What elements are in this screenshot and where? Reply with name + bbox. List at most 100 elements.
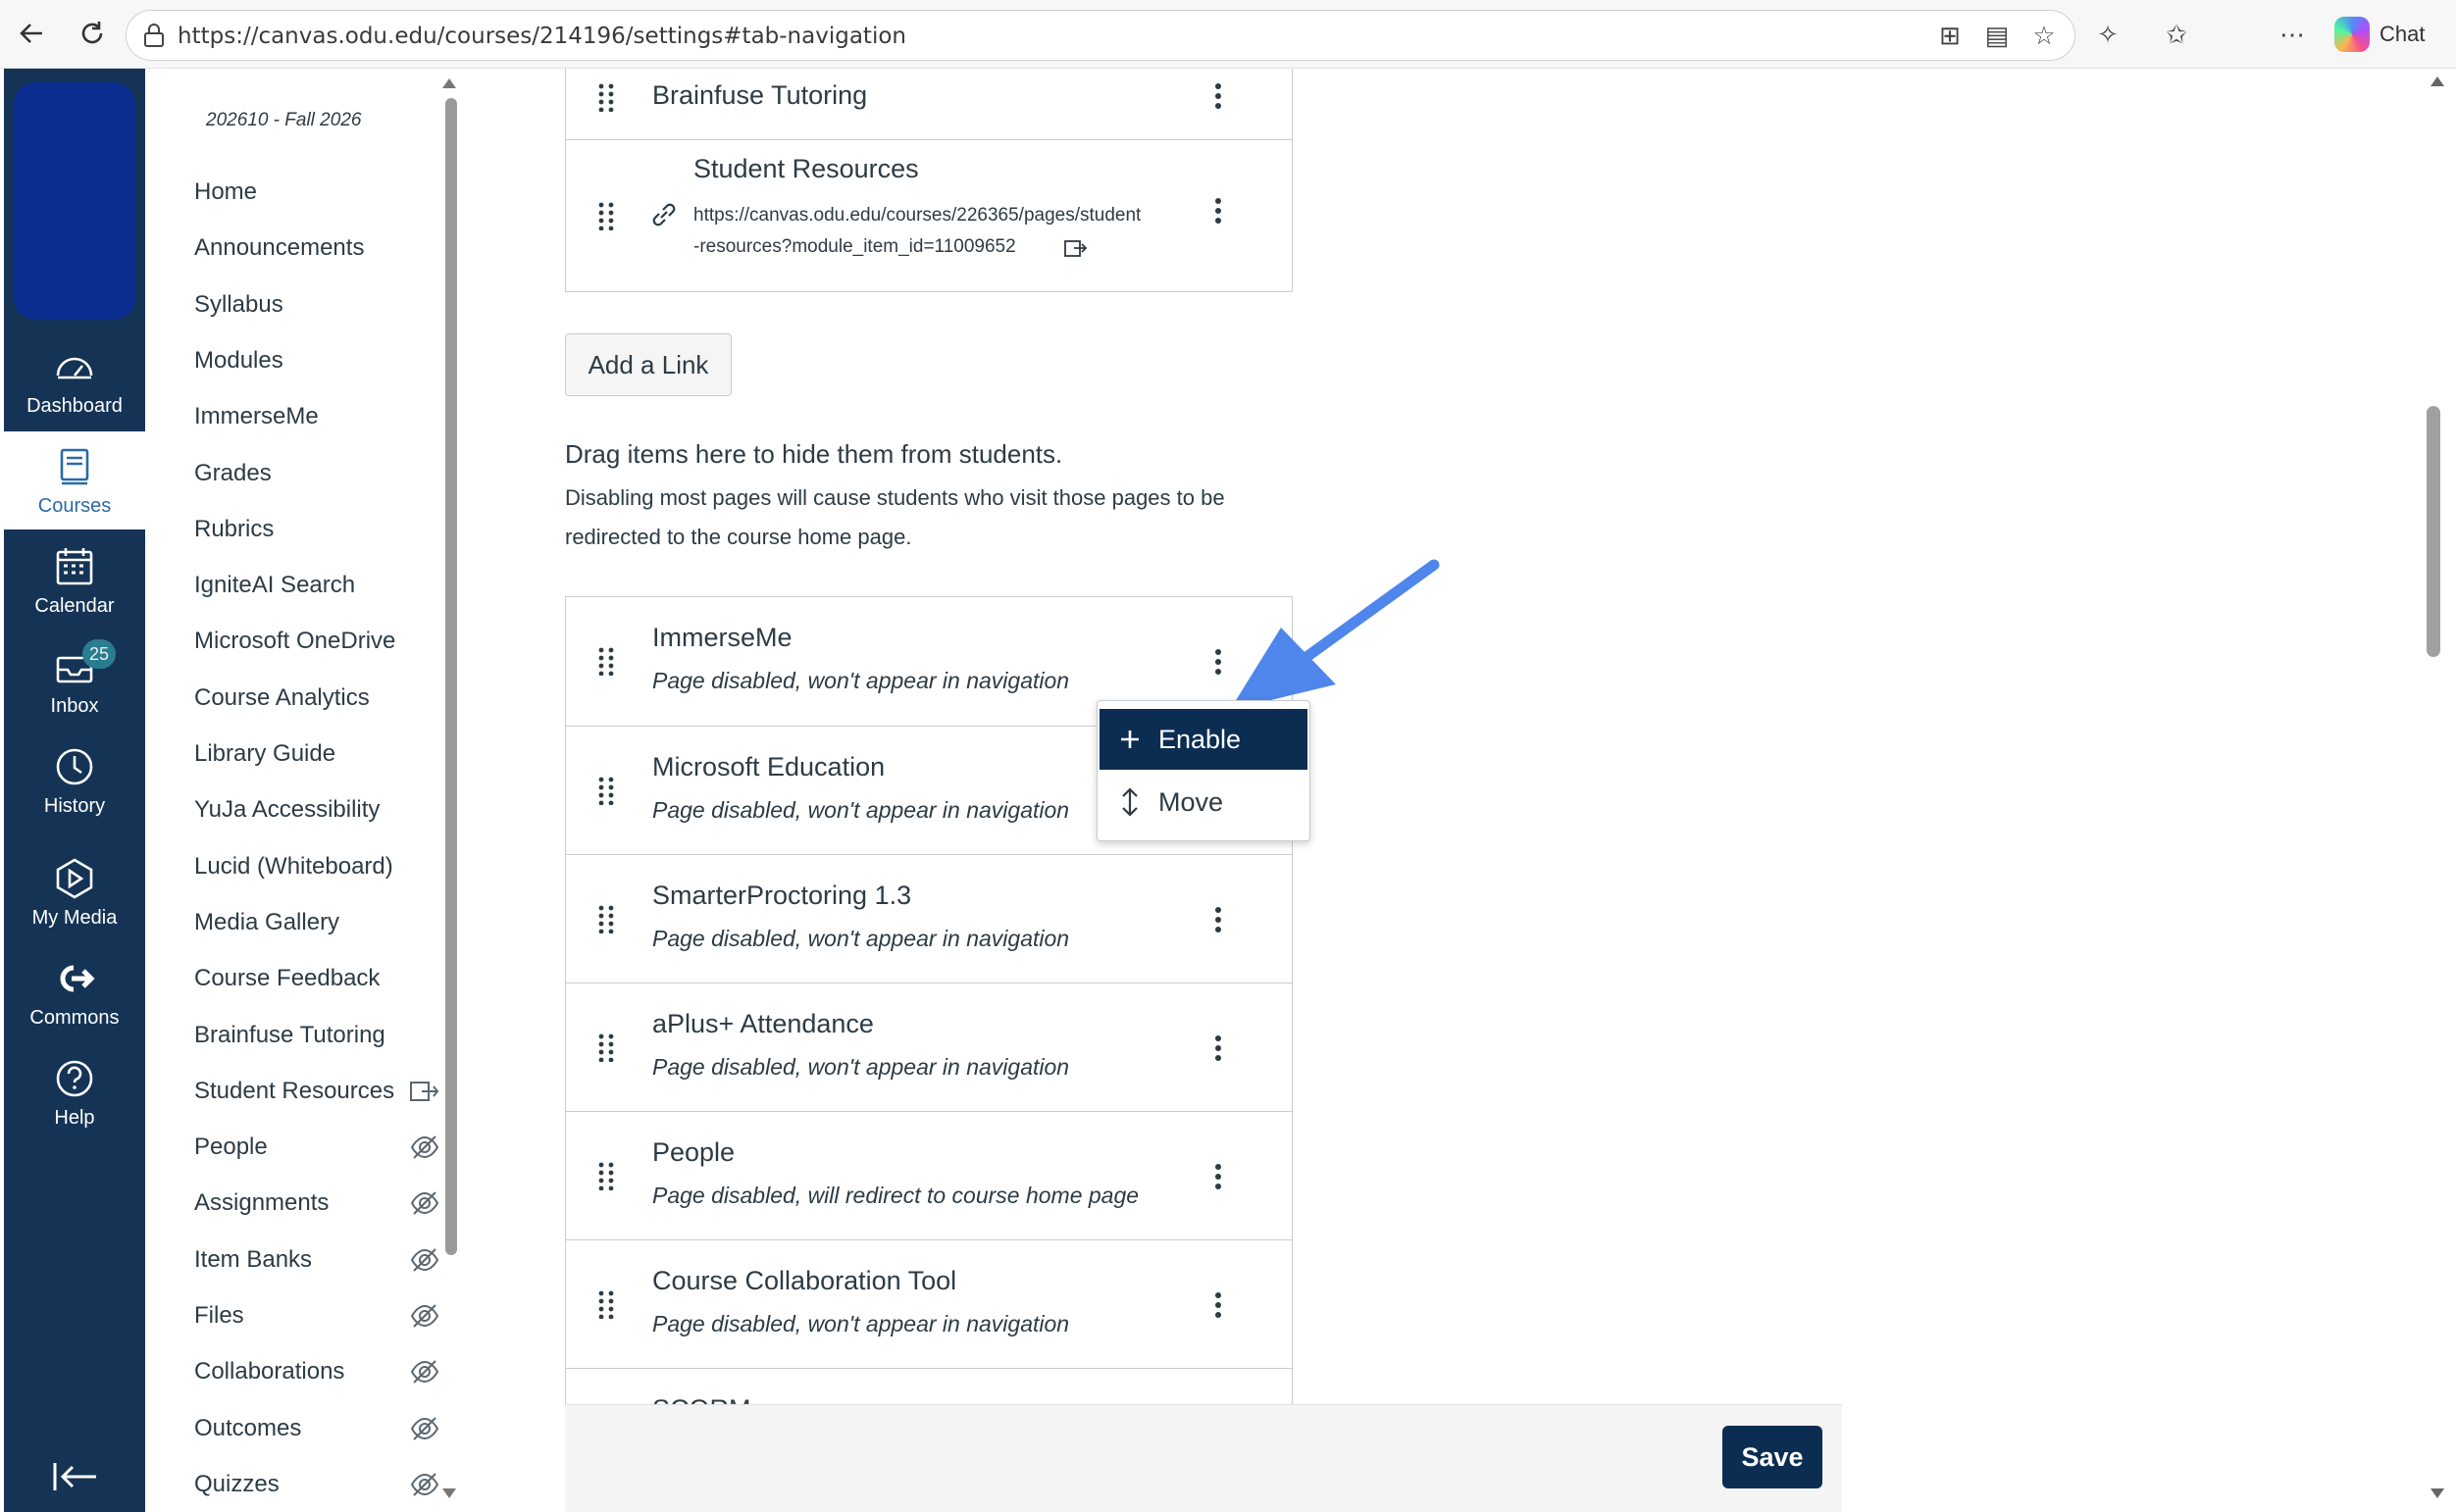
disabled-nav-item-row[interactable]: aPlus+ Attendance Page disabled, won't ap…: [566, 983, 1292, 1111]
course-nav-item[interactable]: Rubrics: [194, 510, 439, 549]
course-nav-label: Rubrics: [194, 515, 275, 542]
disabled-nav-item-row[interactable]: People Page disabled, will redirect to co…: [566, 1111, 1292, 1239]
nav-item-status: Page disabled, won't appear in navigatio…: [652, 668, 1070, 693]
app-available-icon[interactable]: ⊞: [1933, 19, 1967, 52]
url-text: https://canvas.odu.edu/courses/214196/se…: [178, 24, 906, 49]
course-nav-item[interactable]: People: [194, 1128, 439, 1167]
item-options-kebab-icon[interactable]: [1203, 900, 1233, 939]
course-nav-label: ImmerseMe: [194, 403, 319, 430]
global-nav-label: Help: [54, 1106, 95, 1129]
nav-item-row[interactable]: Brainfuse Tutoring: [566, 69, 1292, 139]
course-nav-item[interactable]: Media Gallery: [194, 903, 439, 942]
copilot-icon: [2334, 17, 2370, 52]
course-nav-item[interactable]: YuJa Accessibility: [194, 790, 439, 830]
global-nav-inbox[interactable]: 25 Inbox: [4, 631, 145, 730]
nav-item-row[interactable]: Student Resources https://canvas.odu.edu…: [566, 139, 1292, 292]
scroll-down-arrow-icon[interactable]: [442, 1488, 456, 1498]
courses-icon: [60, 448, 89, 484]
course-nav-item[interactable]: Collaborations: [194, 1352, 439, 1391]
course-nav-item[interactable]: Student Resources: [194, 1072, 439, 1111]
course-nav-label: Quizzes: [194, 1470, 280, 1497]
course-nav-label: IgniteAI Search: [194, 572, 356, 599]
global-nav-my-media[interactable]: My Media: [4, 843, 145, 941]
global-nav-calendar[interactable]: Calendar: [4, 531, 145, 630]
menu-item-move[interactable]: Move: [1100, 772, 1307, 832]
scroll-up-arrow-icon[interactable]: [442, 78, 456, 88]
add-link-button[interactable]: Add a Link: [565, 333, 732, 396]
plus-icon: [1121, 731, 1139, 748]
disabled-nav-item-row[interactable]: Course Collaboration Tool Page disabled, …: [566, 1239, 1292, 1368]
drag-handle-icon[interactable]: [597, 1289, 615, 1319]
course-nav-item[interactable]: Modules: [194, 341, 439, 380]
global-nav-help[interactable]: Help: [4, 1043, 145, 1141]
course-nav-label: Item Banks: [194, 1245, 313, 1273]
address-bar[interactable]: https://canvas.odu.edu/courses/214196/se…: [126, 10, 2075, 61]
hidden-eye-icon: [410, 1473, 439, 1496]
extensions-icon[interactable]: ✧: [2091, 18, 2124, 51]
favorite-star-icon[interactable]: ☆: [2027, 19, 2061, 52]
course-nav-item[interactable]: Lucid (Whiteboard): [194, 847, 439, 886]
collapse-nav-button[interactable]: [47, 1449, 102, 1504]
page-scroll-up-icon[interactable]: [2430, 76, 2444, 86]
page-scroll-thumb[interactable]: [2427, 406, 2440, 657]
course-nav-item[interactable]: ImmerseMe: [194, 397, 439, 436]
nav-item-title: aPlus+ Attendance: [652, 1009, 874, 1038]
item-options-kebab-icon[interactable]: [1203, 1285, 1233, 1325]
favorites-list-icon[interactable]: ✩: [2160, 18, 2193, 51]
menu-item-enable[interactable]: Enable: [1100, 709, 1307, 770]
course-nav-label: Assignments: [194, 1189, 330, 1217]
course-nav-item[interactable]: Grades: [194, 454, 439, 493]
page-scroll-down-icon[interactable]: [2430, 1488, 2444, 1498]
item-options-kebab-icon[interactable]: [1203, 1157, 1233, 1196]
global-nav-courses[interactable]: Courses: [4, 431, 145, 529]
nav-item-title: SmarterProctoring 1.3: [652, 881, 912, 910]
link-url-line[interactable]: https://canvas.odu.edu/courses/226365/pa…: [693, 199, 1141, 231]
global-nav-dashboard[interactable]: Dashboard: [4, 331, 145, 429]
item-options-kebab-icon[interactable]: [1203, 1029, 1233, 1068]
course-nav-item[interactable]: Quizzes: [194, 1465, 439, 1504]
item-options-kebab-icon[interactable]: [1203, 76, 1233, 116]
browser-toolbar: https://canvas.odu.edu/courses/214196/se…: [0, 0, 2456, 69]
copilot-chat-button[interactable]: Chat: [2334, 14, 2425, 55]
course-nav-item[interactable]: Item Banks: [194, 1240, 439, 1280]
course-nav-item[interactable]: Announcements: [194, 228, 439, 268]
course-nav-item[interactable]: Syllabus: [194, 285, 439, 325]
drag-handle-icon[interactable]: [597, 1161, 615, 1190]
course-nav-item[interactable]: Files: [194, 1296, 439, 1336]
course-nav-item[interactable]: Course Feedback: [194, 959, 439, 998]
global-nav-label: Calendar: [34, 594, 115, 617]
course-nav-item[interactable]: Course Analytics: [194, 679, 439, 718]
item-options-kebab-icon[interactable]: [1203, 191, 1233, 230]
disabled-nav-item-row[interactable]: SmarterProctoring 1.3 Page disabled, won'…: [566, 854, 1292, 983]
drag-handle-icon[interactable]: [597, 904, 615, 933]
global-nav-label: History: [43, 794, 106, 817]
more-options-icon[interactable]: ⋯: [2276, 18, 2309, 51]
dashboard-icon: [56, 357, 93, 378]
course-nav-item[interactable]: Home: [194, 173, 439, 212]
drag-handle-icon[interactable]: [597, 201, 615, 230]
course-nav-item[interactable]: Assignments: [194, 1184, 439, 1223]
course-nav-label: Library Guide: [194, 740, 336, 767]
link-url-line[interactable]: -resources?module_item_id=11009652: [693, 230, 1016, 263]
enabled-items-list: Brainfuse Tutoring Student Resources htt…: [565, 69, 1293, 292]
course-nav-label: Outcomes: [194, 1414, 302, 1441]
save-button[interactable]: Save: [1722, 1426, 1822, 1488]
refresh-button[interactable]: [73, 14, 112, 53]
drag-handle-icon[interactable]: [597, 646, 615, 676]
drag-handle-icon[interactable]: [597, 82, 615, 112]
reading-view-icon[interactable]: ▤: [1980, 19, 2014, 52]
course-nav-item[interactable]: Microsoft OneDrive: [194, 622, 439, 661]
external-link-icon: [410, 1081, 439, 1101]
institution-logo[interactable]: [14, 82, 135, 320]
course-nav-item[interactable]: Library Guide: [194, 734, 439, 774]
course-nav-item[interactable]: Outcomes: [194, 1409, 439, 1448]
course-nav-item[interactable]: Brainfuse Tutoring: [194, 1016, 439, 1055]
nav-item-status: Page disabled, won't appear in navigatio…: [652, 1311, 1070, 1336]
course-nav-label: Course Feedback: [194, 965, 381, 992]
drag-handle-icon[interactable]: [597, 1033, 615, 1062]
back-button[interactable]: [12, 14, 51, 53]
drag-handle-icon[interactable]: [597, 776, 615, 805]
course-nav-item[interactable]: IgniteAI Search: [194, 566, 439, 605]
global-nav-commons[interactable]: Commons: [4, 943, 145, 1041]
global-nav-history[interactable]: History: [4, 731, 145, 830]
